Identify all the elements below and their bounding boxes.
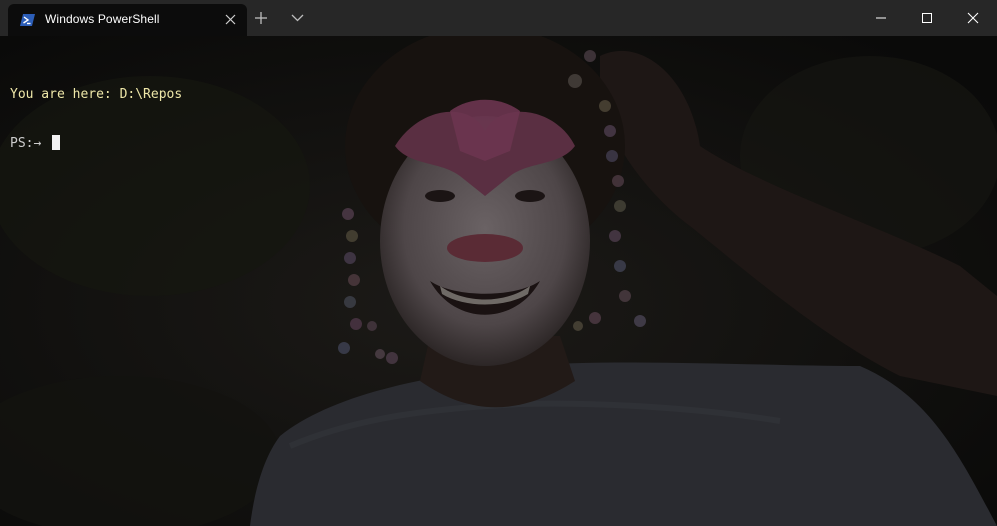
prompt-line[interactable]: PS:→ [10, 135, 182, 152]
maximize-button[interactable] [904, 0, 950, 36]
terminal-output: You are here: D:\Repos PS:→ [10, 55, 182, 184]
location-line: You are here: D:\Repos [10, 87, 183, 102]
terminal-window: Windows PowerShell You are here: D:\Repo… [0, 0, 997, 526]
title-bar[interactable]: Windows PowerShell [0, 0, 997, 36]
prompt-text: PS:→ [10, 136, 50, 151]
maximize-icon [922, 13, 932, 23]
close-icon [967, 12, 979, 24]
terminal-pane[interactable]: You are here: D:\Repos PS:→ [0, 36, 997, 526]
close-window-button[interactable] [950, 0, 996, 36]
powershell-icon [20, 14, 35, 26]
new-tab-plus-icon[interactable] [254, 11, 268, 25]
tab-title: Windows PowerShell [45, 12, 160, 26]
text-cursor [52, 135, 61, 150]
tab-dropdown-chevron-down-icon[interactable] [291, 14, 304, 22]
minimize-button[interactable] [858, 0, 904, 36]
minimize-icon [876, 17, 886, 19]
tab-close-icon[interactable] [224, 13, 237, 26]
tab-windows-powershell[interactable]: Windows PowerShell [8, 4, 247, 36]
